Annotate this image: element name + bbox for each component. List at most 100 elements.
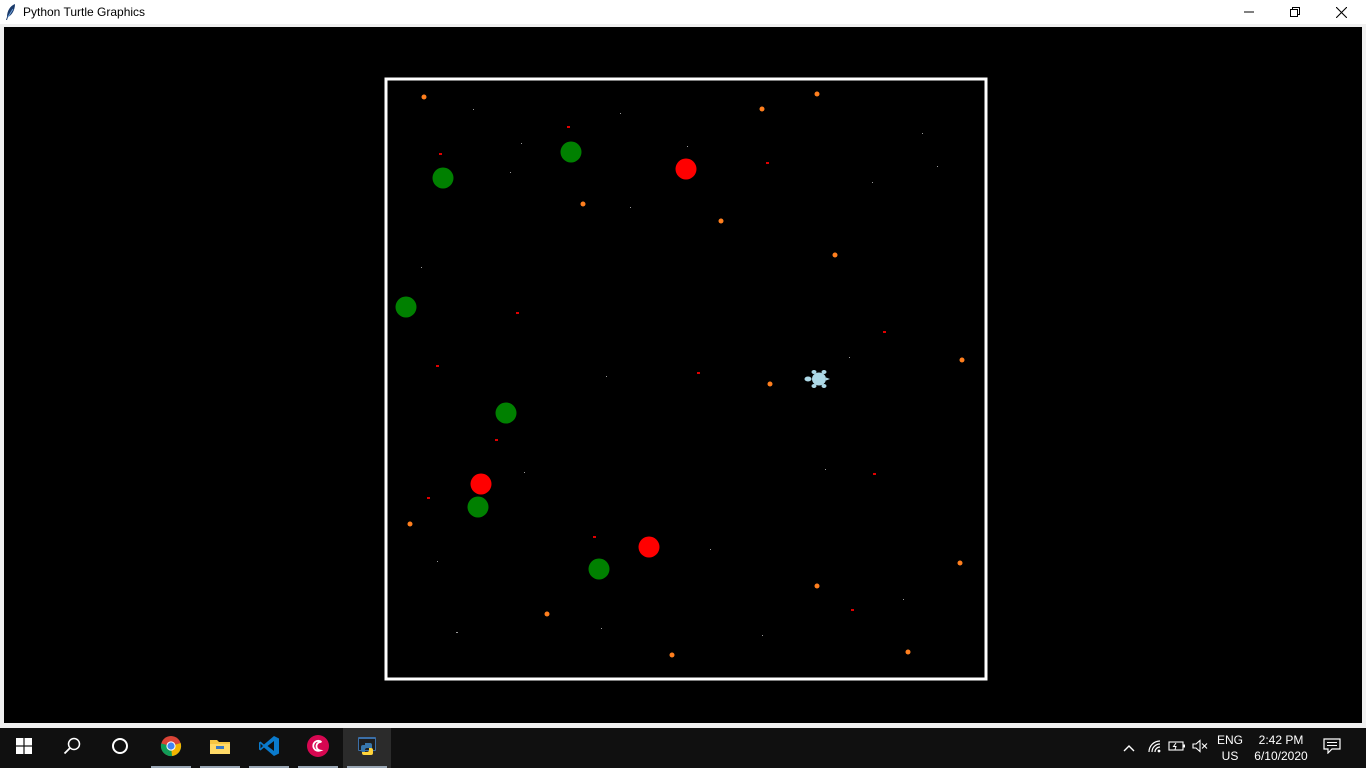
- taskbar-file-explorer[interactable]: [196, 728, 244, 768]
- red-dot: [697, 372, 700, 374]
- star: [524, 472, 525, 473]
- clock-time: 2:42 PM: [1258, 733, 1304, 747]
- battery-charging-icon: [1168, 739, 1186, 757]
- red-ball: [638, 536, 660, 558]
- orange-dot: [905, 649, 911, 655]
- orange-dot: [407, 521, 413, 527]
- green-ball: [588, 558, 610, 580]
- taskbar-chrome[interactable]: [147, 728, 195, 768]
- star: [849, 357, 850, 358]
- red-dot: [593, 536, 596, 538]
- orange-dot: [814, 91, 820, 97]
- volume-button[interactable]: [1190, 738, 1210, 758]
- stars: [421, 109, 938, 636]
- star: [606, 376, 607, 377]
- minimize-icon: [1244, 7, 1254, 17]
- red-dot: [495, 439, 498, 441]
- red-ball: [470, 473, 492, 495]
- star: [903, 599, 904, 600]
- vscode-icon: [258, 735, 280, 762]
- red-dot: [439, 153, 442, 155]
- taskbar: ENG US 2:42 PM 6/10/2020: [0, 728, 1366, 768]
- star: [620, 113, 621, 114]
- green-ball: [495, 402, 517, 424]
- windows-logo-icon: [16, 737, 32, 759]
- game-arena: [384, 77, 988, 681]
- taskbar-debian[interactable]: [294, 728, 342, 768]
- taskbar-python[interactable]: [343, 728, 391, 768]
- search-button[interactable]: [48, 728, 96, 768]
- window-title: Python Turtle Graphics: [23, 5, 146, 19]
- minimize-button[interactable]: [1226, 0, 1272, 24]
- orange-dot: [421, 94, 427, 100]
- orange-dot: [718, 218, 724, 224]
- chevron-up-icon: [1123, 739, 1135, 757]
- star: [421, 267, 422, 268]
- star: [687, 146, 688, 147]
- python-icon: [356, 735, 378, 762]
- folder-icon: [209, 737, 231, 760]
- star: [601, 628, 602, 629]
- green-ball: [432, 167, 454, 189]
- red-dot: [567, 126, 570, 128]
- network-button[interactable]: [1145, 738, 1165, 758]
- star: [710, 549, 711, 550]
- star: [456, 632, 458, 633]
- start-button[interactable]: [0, 728, 48, 768]
- star: [473, 109, 474, 110]
- red-dot: [516, 312, 519, 314]
- language-indicator[interactable]: ENG US: [1212, 732, 1248, 764]
- clock-date: 6/10/2020: [1254, 749, 1308, 763]
- restore-icon: [1290, 7, 1300, 17]
- region-code: US: [1221, 749, 1239, 763]
- star: [630, 207, 631, 208]
- green-ball: [467, 496, 489, 518]
- red-balls: [470, 158, 697, 558]
- red-dot: [851, 609, 854, 611]
- orange-dot: [544, 611, 550, 617]
- restore-button[interactable]: [1272, 0, 1318, 24]
- wifi-icon: [1147, 739, 1163, 758]
- star: [937, 166, 938, 167]
- red-ball: [675, 158, 697, 180]
- red-dot: [766, 162, 769, 164]
- green-ball: [395, 296, 417, 318]
- chrome-icon: [160, 735, 182, 762]
- action-center-button[interactable]: [1322, 737, 1342, 759]
- orange-dot: [959, 357, 965, 363]
- debian-icon: [306, 734, 330, 763]
- turtle-canvas[interactable]: [4, 27, 1362, 723]
- orange-dot: [832, 252, 838, 258]
- star: [825, 469, 826, 470]
- star: [437, 561, 438, 562]
- star: [510, 172, 511, 173]
- clock[interactable]: 2:42 PM 6/10/2020: [1250, 732, 1312, 764]
- cortana-circle-icon: [111, 737, 129, 760]
- feather-icon: [4, 3, 18, 21]
- orange-dot: [957, 560, 963, 566]
- volume-muted-icon: [1192, 738, 1208, 758]
- orange-dot: [767, 381, 773, 387]
- taskbar-vscode[interactable]: [245, 728, 293, 768]
- search-icon: [63, 737, 81, 760]
- star: [922, 133, 923, 134]
- tray-overflow-button[interactable]: [1119, 738, 1139, 758]
- star: [872, 182, 873, 183]
- player-turtle-icon: [804, 370, 830, 388]
- notification-icon: [1323, 737, 1341, 759]
- orange-dot: [759, 106, 765, 112]
- star: [762, 635, 763, 636]
- orange-dot: [669, 652, 675, 658]
- green-ball: [560, 141, 582, 163]
- close-button[interactable]: [1318, 0, 1364, 24]
- battery-button[interactable]: [1167, 738, 1187, 758]
- red-dot: [883, 331, 886, 333]
- cortana-button[interactable]: [96, 728, 144, 768]
- red-dot: [873, 473, 876, 475]
- close-icon: [1335, 6, 1347, 18]
- orange-dot: [580, 201, 586, 207]
- tiny-red-dots: [427, 126, 886, 611]
- title-bar: Python Turtle Graphics: [0, 0, 1366, 24]
- red-dot: [427, 497, 430, 499]
- orange-dot: [814, 583, 820, 589]
